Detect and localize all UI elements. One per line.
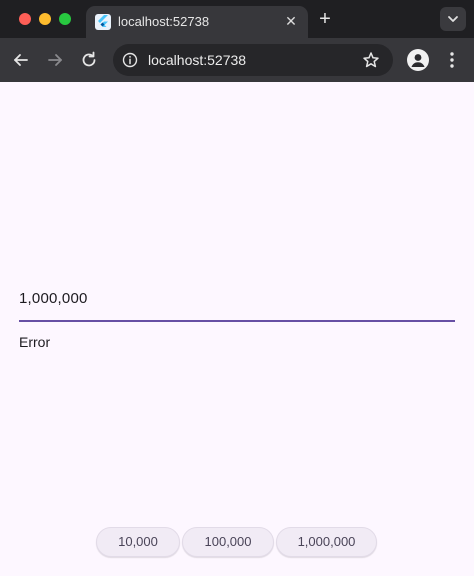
number-text-field[interactable]: 1,000,000 <box>19 278 455 322</box>
reload-icon[interactable] <box>79 50 99 70</box>
profile-icon[interactable] <box>407 49 429 71</box>
forward-arrow-icon[interactable] <box>45 50 65 70</box>
address-bar[interactable]: localhost:52738 <box>113 44 393 76</box>
flutter-icon <box>95 14 111 30</box>
plus-icon[interactable]: + <box>314 9 336 31</box>
app-page: 1,000,000 Error 10,000 100,000 1,000,000 <box>0 82 474 576</box>
tab-search-button[interactable] <box>440 7 466 31</box>
browser-tab[interactable]: localhost:52738 ✕ <box>86 6 308 38</box>
back-arrow-icon[interactable] <box>11 50 31 70</box>
window-zoom-button[interactable] <box>59 13 71 25</box>
tab-title: localhost:52738 <box>118 14 210 29</box>
text-field-value[interactable]: 1,000,000 <box>19 290 88 307</box>
window-minimize-button[interactable] <box>39 13 51 25</box>
star-icon[interactable] <box>362 51 380 69</box>
set-1000000-button[interactable]: 1,000,000 <box>276 527 377 557</box>
set-10000-button[interactable]: 10,000 <box>96 527 180 557</box>
address-url[interactable]: localhost:52738 <box>148 52 246 68</box>
browser-tab-strip: localhost:52738 ✕ + <box>0 0 474 38</box>
set-100000-button[interactable]: 100,000 <box>182 527 274 557</box>
text-field-underline <box>19 320 455 322</box>
kebab-menu-icon[interactable] <box>444 50 460 70</box>
window-close-button[interactable] <box>19 13 31 25</box>
info-icon[interactable] <box>122 52 138 68</box>
close-icon[interactable]: ✕ <box>282 12 300 30</box>
chevron-down-icon <box>448 16 458 22</box>
browser-toolbar: localhost:52738 <box>0 38 474 82</box>
error-text: Error <box>19 334 51 350</box>
